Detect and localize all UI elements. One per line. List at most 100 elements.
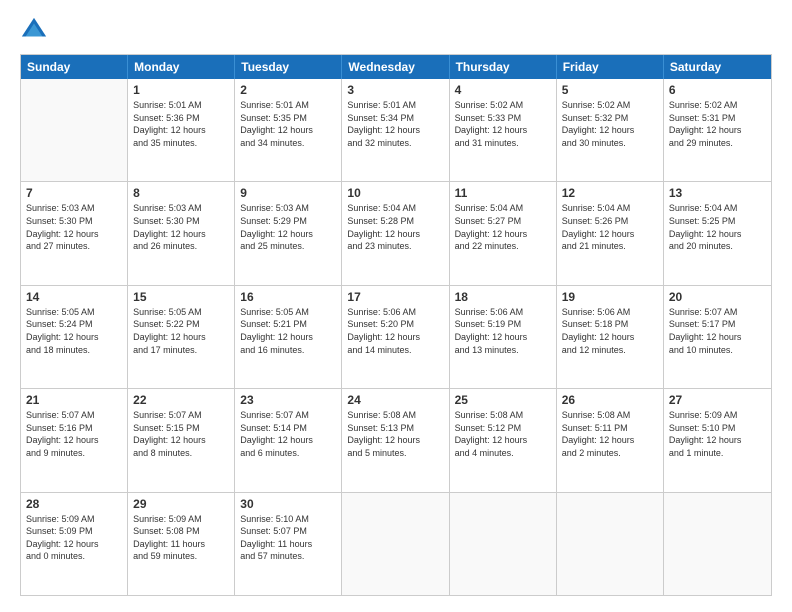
day-number: 9 bbox=[240, 186, 336, 200]
day-number: 24 bbox=[347, 393, 443, 407]
day-info: Sunrise: 5:05 AM Sunset: 5:21 PM Dayligh… bbox=[240, 306, 336, 356]
day-cell-3: 3 Sunrise: 5:01 AM Sunset: 5:34 PM Daylig… bbox=[342, 79, 449, 181]
day-info: Sunrise: 5:10 AM Sunset: 5:07 PM Dayligh… bbox=[240, 513, 336, 563]
day-number: 2 bbox=[240, 83, 336, 97]
day-cell-12: 12Sunrise: 5:04 AM Sunset: 5:26 PM Dayli… bbox=[557, 182, 664, 284]
week-row-1: 7 Sunrise: 5:03 AM Sunset: 5:30 PM Daylig… bbox=[21, 182, 771, 285]
day-info: Sunrise: 5:03 AM Sunset: 5:30 PM Dayligh… bbox=[133, 202, 229, 252]
day-cell-15: 15 Sunrise: 5:05 AM Sunset: 5:22 PM Dayli… bbox=[128, 286, 235, 388]
empty-cell bbox=[342, 493, 449, 595]
day-number: 25 bbox=[455, 393, 551, 407]
day-info: Sunrise: 5:04 AM Sunset: 5:28 PM Dayligh… bbox=[347, 202, 443, 252]
day-cell-27: 27 Sunrise: 5:09 AM Sunset: 5:10 PM Dayli… bbox=[664, 389, 771, 491]
empty-cell bbox=[21, 79, 128, 181]
page: SundayMondayTuesdayWednesdayThursdayFrid… bbox=[0, 0, 792, 612]
empty-cell bbox=[557, 493, 664, 595]
calendar: SundayMondayTuesdayWednesdayThursdayFrid… bbox=[20, 54, 772, 596]
day-info: Sunrise: 5:04 AM Sunset: 5:27 PM Dayligh… bbox=[455, 202, 551, 252]
day-number: 28 bbox=[26, 497, 122, 511]
empty-cell bbox=[450, 493, 557, 595]
day-number: 7 bbox=[26, 186, 122, 200]
day-info: Sunrise: 5:06 AM Sunset: 5:20 PM Dayligh… bbox=[347, 306, 443, 356]
day-number: 13 bbox=[669, 186, 766, 200]
day-header-tuesday: Tuesday bbox=[235, 55, 342, 79]
day-info: Sunrise: 5:02 AM Sunset: 5:33 PM Dayligh… bbox=[455, 99, 551, 149]
day-number: 4 bbox=[455, 83, 551, 97]
day-number: 5 bbox=[562, 83, 658, 97]
logo bbox=[20, 16, 52, 44]
day-info: Sunrise: 5:07 AM Sunset: 5:16 PM Dayligh… bbox=[26, 409, 122, 459]
day-cell-11: 11 Sunrise: 5:04 AM Sunset: 5:27 PM Dayli… bbox=[450, 182, 557, 284]
day-number: 10 bbox=[347, 186, 443, 200]
day-number: 3 bbox=[347, 83, 443, 97]
day-cell-6: 6Sunrise: 5:02 AM Sunset: 5:31 PM Daylig… bbox=[664, 79, 771, 181]
day-cell-18: 18Sunrise: 5:06 AM Sunset: 5:19 PM Dayli… bbox=[450, 286, 557, 388]
day-number: 22 bbox=[133, 393, 229, 407]
day-cell-26: 26 Sunrise: 5:08 AM Sunset: 5:11 PM Dayli… bbox=[557, 389, 664, 491]
day-info: Sunrise: 5:09 AM Sunset: 5:09 PM Dayligh… bbox=[26, 513, 122, 563]
week-row-2: 14 Sunrise: 5:05 AM Sunset: 5:24 PM Dayli… bbox=[21, 286, 771, 389]
day-info: Sunrise: 5:09 AM Sunset: 5:10 PM Dayligh… bbox=[669, 409, 766, 459]
day-cell-24: 24 Sunrise: 5:08 AM Sunset: 5:13 PM Dayli… bbox=[342, 389, 449, 491]
day-number: 21 bbox=[26, 393, 122, 407]
day-number: 18 bbox=[455, 290, 551, 304]
day-cell-19: 19 Sunrise: 5:06 AM Sunset: 5:18 PM Dayli… bbox=[557, 286, 664, 388]
day-header-friday: Friday bbox=[557, 55, 664, 79]
day-cell-7: 7 Sunrise: 5:03 AM Sunset: 5:30 PM Daylig… bbox=[21, 182, 128, 284]
day-number: 11 bbox=[455, 186, 551, 200]
day-cell-14: 14 Sunrise: 5:05 AM Sunset: 5:24 PM Dayli… bbox=[21, 286, 128, 388]
day-cell-10: 10 Sunrise: 5:04 AM Sunset: 5:28 PM Dayli… bbox=[342, 182, 449, 284]
day-number: 27 bbox=[669, 393, 766, 407]
day-cell-23: 23Sunrise: 5:07 AM Sunset: 5:14 PM Dayli… bbox=[235, 389, 342, 491]
day-info: Sunrise: 5:06 AM Sunset: 5:18 PM Dayligh… bbox=[562, 306, 658, 356]
day-info: Sunrise: 5:09 AM Sunset: 5:08 PM Dayligh… bbox=[133, 513, 229, 563]
day-info: Sunrise: 5:01 AM Sunset: 5:35 PM Dayligh… bbox=[240, 99, 336, 149]
day-number: 19 bbox=[562, 290, 658, 304]
day-number: 14 bbox=[26, 290, 122, 304]
day-info: Sunrise: 5:01 AM Sunset: 5:34 PM Dayligh… bbox=[347, 99, 443, 149]
day-cell-30: 30Sunrise: 5:10 AM Sunset: 5:07 PM Dayli… bbox=[235, 493, 342, 595]
day-info: Sunrise: 5:03 AM Sunset: 5:30 PM Dayligh… bbox=[26, 202, 122, 252]
day-number: 20 bbox=[669, 290, 766, 304]
day-cell-8: 8 Sunrise: 5:03 AM Sunset: 5:30 PM Daylig… bbox=[128, 182, 235, 284]
day-info: Sunrise: 5:07 AM Sunset: 5:15 PM Dayligh… bbox=[133, 409, 229, 459]
day-cell-21: 21 Sunrise: 5:07 AM Sunset: 5:16 PM Dayli… bbox=[21, 389, 128, 491]
day-cell-29: 29 Sunrise: 5:09 AM Sunset: 5:08 PM Dayli… bbox=[128, 493, 235, 595]
calendar-body: 1 Sunrise: 5:01 AM Sunset: 5:36 PM Daylig… bbox=[21, 79, 771, 595]
day-info: Sunrise: 5:03 AM Sunset: 5:29 PM Dayligh… bbox=[240, 202, 336, 252]
day-cell-22: 22 Sunrise: 5:07 AM Sunset: 5:15 PM Dayli… bbox=[128, 389, 235, 491]
day-number: 26 bbox=[562, 393, 658, 407]
day-info: Sunrise: 5:07 AM Sunset: 5:14 PM Dayligh… bbox=[240, 409, 336, 459]
day-header-sunday: Sunday bbox=[21, 55, 128, 79]
day-cell-20: 20 Sunrise: 5:07 AM Sunset: 5:17 PM Dayli… bbox=[664, 286, 771, 388]
day-number: 29 bbox=[133, 497, 229, 511]
day-header-thursday: Thursday bbox=[450, 55, 557, 79]
day-number: 15 bbox=[133, 290, 229, 304]
empty-cell bbox=[664, 493, 771, 595]
day-info: Sunrise: 5:08 AM Sunset: 5:13 PM Dayligh… bbox=[347, 409, 443, 459]
day-info: Sunrise: 5:07 AM Sunset: 5:17 PM Dayligh… bbox=[669, 306, 766, 356]
day-info: Sunrise: 5:05 AM Sunset: 5:24 PM Dayligh… bbox=[26, 306, 122, 356]
day-number: 8 bbox=[133, 186, 229, 200]
day-cell-28: 28 Sunrise: 5:09 AM Sunset: 5:09 PM Dayli… bbox=[21, 493, 128, 595]
day-info: Sunrise: 5:04 AM Sunset: 5:26 PM Dayligh… bbox=[562, 202, 658, 252]
day-cell-5: 5 Sunrise: 5:02 AM Sunset: 5:32 PM Daylig… bbox=[557, 79, 664, 181]
day-info: Sunrise: 5:02 AM Sunset: 5:31 PM Dayligh… bbox=[669, 99, 766, 149]
day-number: 16 bbox=[240, 290, 336, 304]
header bbox=[20, 16, 772, 44]
day-cell-9: 9 Sunrise: 5:03 AM Sunset: 5:29 PM Daylig… bbox=[235, 182, 342, 284]
day-info: Sunrise: 5:05 AM Sunset: 5:22 PM Dayligh… bbox=[133, 306, 229, 356]
day-info: Sunrise: 5:08 AM Sunset: 5:11 PM Dayligh… bbox=[562, 409, 658, 459]
day-header-wednesday: Wednesday bbox=[342, 55, 449, 79]
day-number: 17 bbox=[347, 290, 443, 304]
day-cell-25: 25Sunrise: 5:08 AM Sunset: 5:12 PM Dayli… bbox=[450, 389, 557, 491]
day-info: Sunrise: 5:02 AM Sunset: 5:32 PM Dayligh… bbox=[562, 99, 658, 149]
day-cell-13: 13Sunrise: 5:04 AM Sunset: 5:25 PM Dayli… bbox=[664, 182, 771, 284]
day-header-monday: Monday bbox=[128, 55, 235, 79]
day-number: 1 bbox=[133, 83, 229, 97]
week-row-0: 1 Sunrise: 5:01 AM Sunset: 5:36 PM Daylig… bbox=[21, 79, 771, 182]
day-cell-17: 17 Sunrise: 5:06 AM Sunset: 5:20 PM Dayli… bbox=[342, 286, 449, 388]
logo-icon bbox=[20, 16, 48, 44]
day-info: Sunrise: 5:01 AM Sunset: 5:36 PM Dayligh… bbox=[133, 99, 229, 149]
day-header-saturday: Saturday bbox=[664, 55, 771, 79]
